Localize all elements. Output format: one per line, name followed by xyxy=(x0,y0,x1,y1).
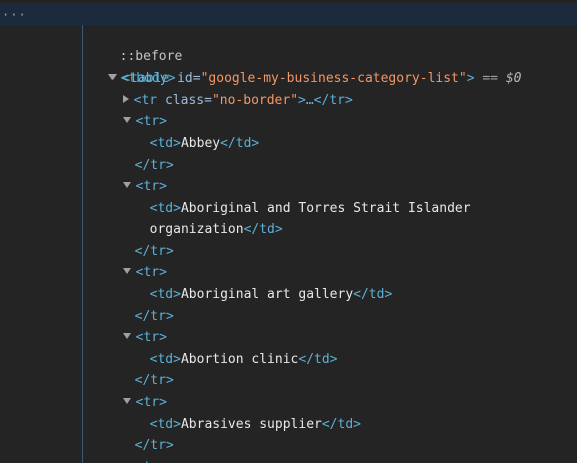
td-tag-close: </td> xyxy=(220,135,260,151)
more-options-icon[interactable]: ··· xyxy=(2,5,27,27)
tbody-node[interactable]: <tbody> xyxy=(92,46,175,86)
equals-sign: == xyxy=(474,70,506,86)
tr-close-node[interactable]: </tr> xyxy=(119,284,174,324)
dollar-zero-ref: $0 xyxy=(505,70,522,86)
expand-triangle-icon[interactable] xyxy=(122,268,131,275)
selected-element-row[interactable]: ··· <table id="google-my-business-catego… xyxy=(0,3,577,86)
tr-close-node[interactable]: </tr> xyxy=(119,133,174,173)
tr-node[interactable]: <tr> xyxy=(107,154,167,194)
td-text: Abortion clinic xyxy=(180,351,299,367)
pseudo-before[interactable]: ::before xyxy=(104,24,183,64)
tr-node[interactable]: <tr> xyxy=(107,240,167,280)
td-node[interactable]: <td>Abrasives supplier</td> xyxy=(134,392,361,432)
td-node[interactable]: <td>Aboriginal and Torres Strait Islande… xyxy=(134,176,471,216)
tr-node[interactable]: <tr> xyxy=(107,305,167,345)
tr-no-border-node[interactable]: <tr class="no-border">…</tr> xyxy=(107,68,353,108)
td-node[interactable]: <td>Abortion clinic</td> xyxy=(134,327,338,367)
td-text: Abrasives supplier xyxy=(180,416,322,432)
tr-close-node[interactable]: </tr> xyxy=(119,219,174,259)
tr-attr-value: "no-border" xyxy=(211,92,299,108)
table-tag-close: > xyxy=(466,70,475,86)
td-text: Aboriginal art gallery xyxy=(180,286,354,302)
expand-triangle-icon[interactable] xyxy=(122,182,131,189)
td-tag-close: </td> xyxy=(321,416,361,432)
td-tag-close: </td> xyxy=(243,221,283,237)
td-tag-close: </td> xyxy=(298,351,338,367)
tr-node[interactable]: <tr> xyxy=(107,370,167,410)
expand-triangle-icon[interactable] xyxy=(122,398,131,405)
td-node[interactable]: <td>Aboriginal art gallery</td> xyxy=(134,262,393,302)
td-node[interactable]: <td>Abbey</td> xyxy=(134,111,260,151)
td-text: Abbey xyxy=(180,135,221,151)
td-node-continued[interactable]: organization</td> xyxy=(134,197,283,237)
tr-close-node[interactable]: </tr> xyxy=(119,348,174,388)
expand-triangle-icon[interactable] xyxy=(122,117,131,124)
tr-tag: <tr> xyxy=(136,460,167,463)
tree-guide-line xyxy=(82,25,83,463)
tr-node[interactable]: <tr> xyxy=(107,89,167,129)
tr-close-node[interactable]: </tr> xyxy=(119,413,174,453)
tr-node[interactable]: <tr> xyxy=(107,435,167,463)
tr-tag-close: >…</tr> xyxy=(298,92,353,108)
expand-triangle-icon[interactable] xyxy=(122,333,131,340)
td-tag-close: </td> xyxy=(353,286,393,302)
